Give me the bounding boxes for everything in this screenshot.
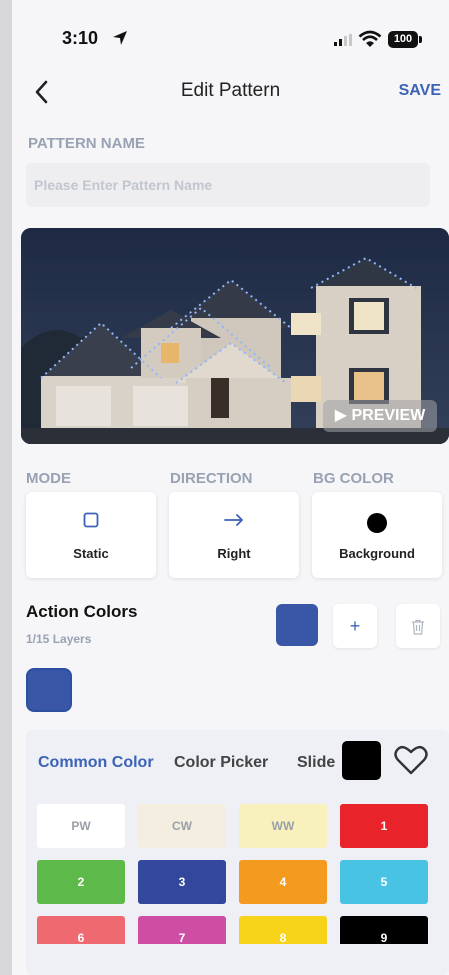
selected-color-swatch[interactable] <box>342 741 381 780</box>
direction-label: DIRECTION <box>170 470 253 487</box>
cellular-signal-icon <box>334 34 352 46</box>
color-panel: Common Color Color Picker Slide PW CW WW 1 2… <box>26 730 449 975</box>
play-icon: ▶ <box>334 407 348 424</box>
square-outline-icon <box>83 512 99 528</box>
bg-color-value: Background <box>339 546 415 561</box>
tab-color-picker[interactable]: Color Picker <box>174 754 268 772</box>
layer-color-chip[interactable] <box>26 668 72 712</box>
color-swatch-ww[interactable]: WW <box>239 804 327 848</box>
layers-count: 1/15 Layers <box>26 632 92 646</box>
action-colors-title: Action Colors <box>26 602 138 621</box>
mode-label: MODE <box>26 470 71 487</box>
color-swatch-5[interactable]: 5 <box>340 860 428 904</box>
page-title: Edit Pattern <box>180 80 281 101</box>
panel-bottom-fade <box>26 944 449 975</box>
wifi-icon <box>358 30 382 47</box>
tab-common-color[interactable]: Common Color <box>38 754 154 772</box>
status-time: 3:10 <box>62 28 99 48</box>
battery-tip <box>419 36 422 43</box>
trash-icon <box>412 620 424 635</box>
color-swatch-2[interactable]: 2 <box>37 860 125 904</box>
nav-bar: Edit Pattern SAVE <box>12 70 449 114</box>
tab-slide[interactable]: Slide <box>297 754 341 772</box>
status-bar: 3:10 100 <box>12 0 449 70</box>
mode-value: Static <box>73 546 109 561</box>
pattern-name-label: PATTERN NAME <box>28 135 145 152</box>
preview-button[interactable]: ▶ PREVIEW <box>323 400 437 432</box>
preview-image: ▶ PREVIEW <box>21 228 449 444</box>
current-color-swatch[interactable] <box>276 604 318 646</box>
color-swatch-cw[interactable]: CW <box>138 804 226 848</box>
phone-screen: 3:10 100 Edit Pattern SAVE PATTERN NAME <box>12 0 449 975</box>
color-swatch-4[interactable]: 4 <box>239 860 327 904</box>
color-swatch-1[interactable]: 1 <box>340 804 428 848</box>
bg-color-label: BG COLOR <box>313 470 394 487</box>
direction-value: Right <box>217 546 251 561</box>
delete-layer-button[interactable] <box>396 604 440 648</box>
black-dot-icon <box>367 513 387 533</box>
heart-icon[interactable] <box>394 744 428 776</box>
bg-color-option[interactable]: Background <box>312 492 442 578</box>
color-swatch-3[interactable]: 3 <box>138 860 226 904</box>
arrow-right-icon <box>224 514 243 526</box>
battery-icon: 100 <box>388 31 418 48</box>
add-layer-button[interactable]: + <box>333 604 377 648</box>
preview-button-label: PREVIEW <box>351 407 426 424</box>
mode-option[interactable]: Static <box>26 492 156 578</box>
location-arrow-icon <box>113 31 127 45</box>
save-button[interactable]: SAVE <box>399 82 441 100</box>
pattern-name-input[interactable] <box>26 163 430 207</box>
direction-option[interactable]: Right <box>169 492 299 578</box>
color-swatch-pw[interactable]: PW <box>37 804 125 848</box>
